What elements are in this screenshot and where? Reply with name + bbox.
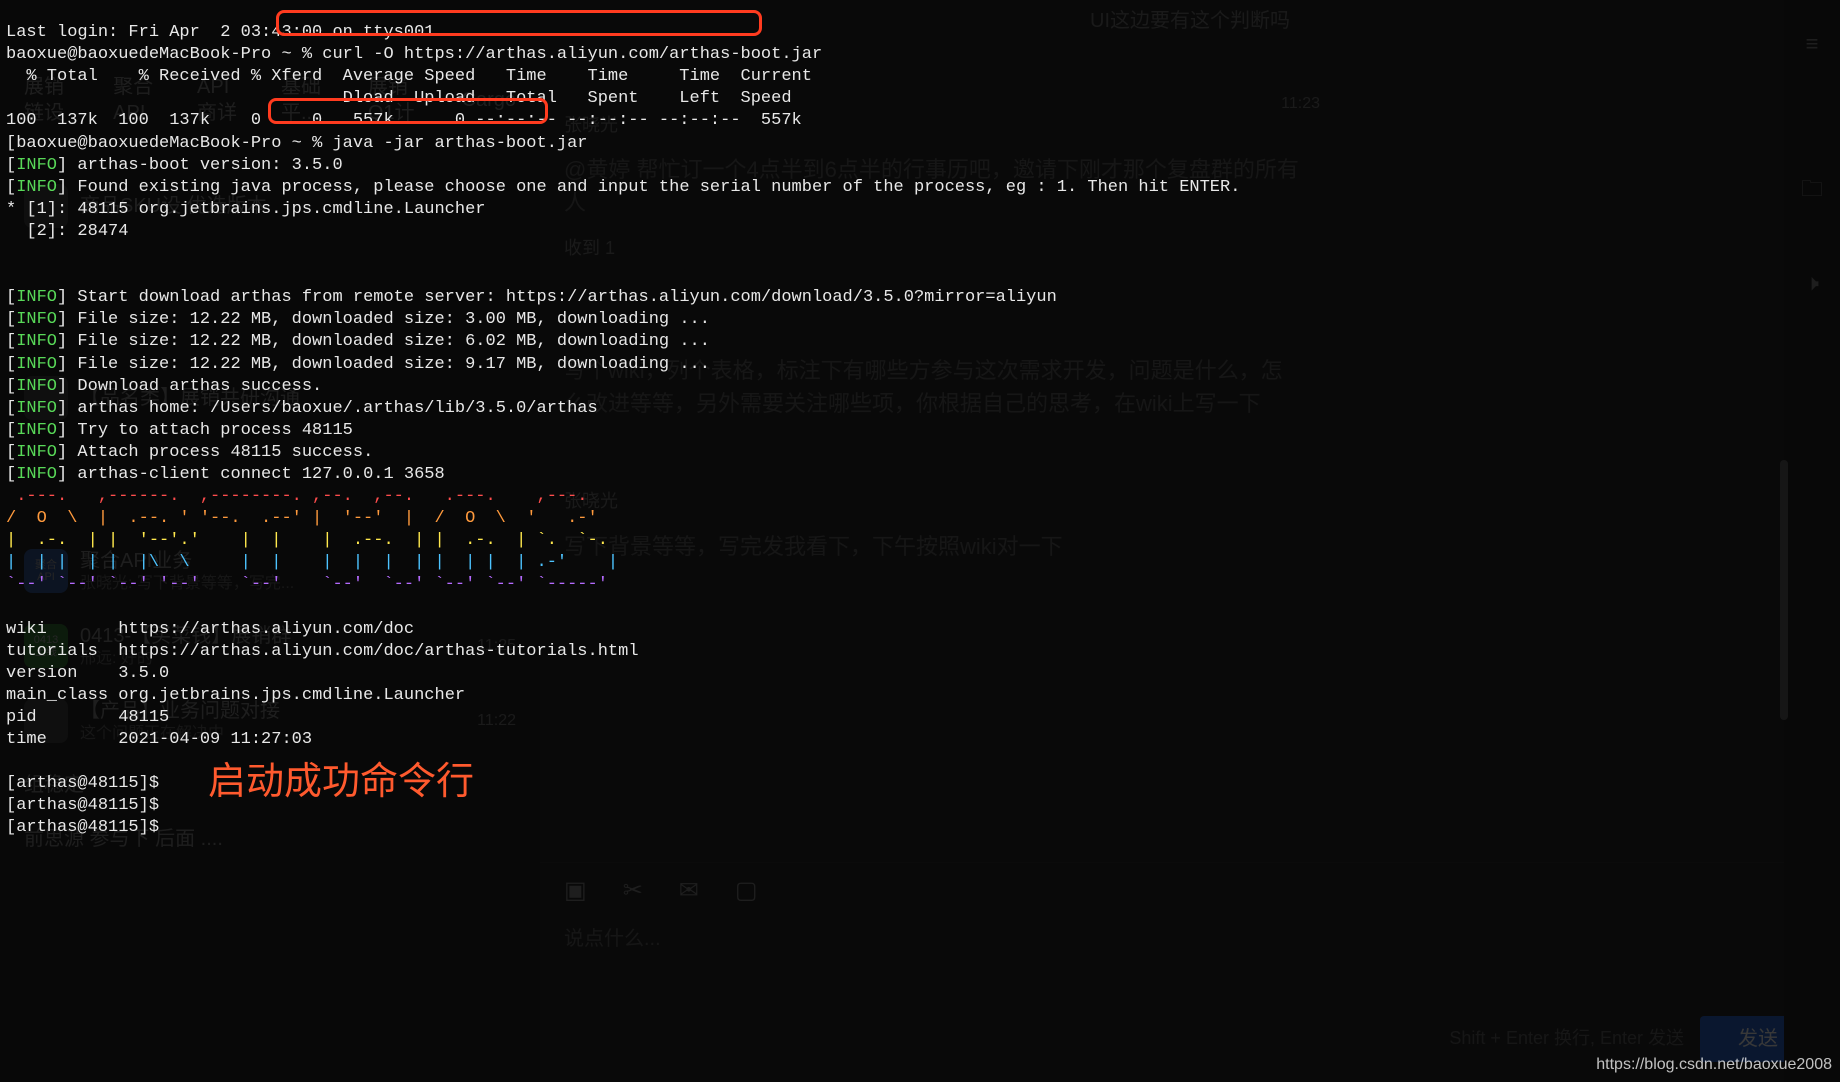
meta-row: version 3.5.0 <box>6 664 169 683</box>
info-line: Download arthas success. <box>77 377 322 396</box>
info-line: Start download arthas from remote server… <box>77 288 1056 307</box>
highlight-box-java <box>268 98 548 124</box>
info-line: File size: 12.22 MB, downloaded size: 6.… <box>77 332 710 351</box>
info-line: File size: 12.22 MB, downloaded size: 3.… <box>77 310 710 329</box>
arthas-prompt[interactable]: [arthas@48115]$ <box>6 796 159 815</box>
meta-row: tutorials https://arthas.aliyun.com/doc/… <box>6 642 639 661</box>
info-line: Attach process 48115 success. <box>77 443 373 462</box>
arthas-prompt[interactable]: [arthas@48115]$ <box>6 818 159 837</box>
terminal-line: % Total % Received % Xferd Average Speed… <box>6 67 812 86</box>
info-line: arthas-boot version: 3.5.0 <box>77 156 342 175</box>
process-option[interactable]: * [1]: 48115 org.jetbrains.jps.cmdline.L… <box>6 200 485 219</box>
arthas-ascii-logo: .---. ,------. ,--------. ,--. ,--. .---… <box>6 487 618 594</box>
terminal-command: java -jar arthas-boot.jar <box>332 134 587 153</box>
meta-row: pid 48115 <box>6 708 169 727</box>
meta-row: main_class org.jetbrains.jps.cmdline.Lau… <box>6 686 465 705</box>
highlight-box-curl <box>276 10 762 36</box>
info-line: arthas-client connect 127.0.0.1 3658 <box>77 465 444 484</box>
terminal-command: curl -O https://arthas.aliyun.com/arthas… <box>322 45 822 64</box>
meta-row: time 2021-04-09 11:27:03 <box>6 730 312 749</box>
process-option[interactable]: [2]: 28474 <box>6 222 128 241</box>
arthas-prompt[interactable]: [arthas@48115]$ <box>6 774 159 793</box>
terminal-output: Last login: Fri Apr 2 03:43:00 on ttys00… <box>6 0 1840 840</box>
terminal-prompt: baoxue@baoxuedeMacBook-Pro ~ % <box>6 45 322 64</box>
terminal-prompt: [baoxue@baoxuedeMacBook-Pro ~ % <box>6 134 332 153</box>
annotation-label: 启动成功命令行 <box>208 758 474 807</box>
info-line: arthas home: /Users/baoxue/.arthas/lib/3… <box>77 399 597 418</box>
info-line: Try to attach process 48115 <box>77 421 352 440</box>
watermark: https://blog.csdn.net/baoxue2008 <box>1596 1055 1832 1076</box>
meta-row: wiki https://arthas.aliyun.com/doc <box>6 620 414 639</box>
info-line: Found existing java process, please choo… <box>77 178 1240 197</box>
info-line: File size: 12.22 MB, downloaded size: 9.… <box>77 355 710 374</box>
